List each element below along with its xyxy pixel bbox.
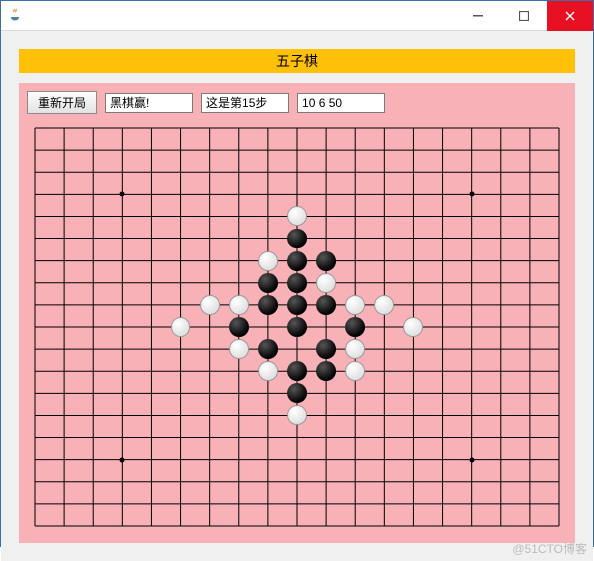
white-stone[interactable] <box>287 206 307 226</box>
black-stone[interactable] <box>287 317 307 337</box>
black-stone[interactable] <box>316 361 336 381</box>
app-window: 五子棋 重新开局 黑棋赢! 这是第15步 10 6 50 @51CTO博客 <box>0 0 594 547</box>
board-panel: 重新开局 黑棋赢! 这是第15步 10 6 50 <box>19 83 575 543</box>
titlebar[interactable] <box>1 1 593 31</box>
title-banner: 五子棋 <box>19 49 575 73</box>
white-stone[interactable] <box>258 361 278 381</box>
white-stone[interactable] <box>345 295 365 315</box>
white-stone[interactable] <box>374 295 394 315</box>
watermark: @51CTO博客 <box>512 540 587 557</box>
black-stone[interactable] <box>316 295 336 315</box>
black-stone[interactable] <box>316 339 336 359</box>
black-stone[interactable] <box>316 251 336 271</box>
star-point <box>469 457 474 462</box>
board-area[interactable] <box>27 120 567 534</box>
client-area: 五子棋 重新开局 黑棋赢! 这是第15步 10 6 50 @51CTO博客 <box>1 31 593 561</box>
white-stone[interactable] <box>287 405 307 425</box>
white-stone[interactable] <box>258 251 278 271</box>
black-stone[interactable] <box>287 361 307 381</box>
star-point <box>120 192 125 197</box>
black-stone[interactable] <box>287 251 307 271</box>
white-stone[interactable] <box>316 273 336 293</box>
white-stone[interactable] <box>345 361 365 381</box>
black-stone[interactable] <box>287 273 307 293</box>
black-stone[interactable] <box>345 317 365 337</box>
controls-row: 重新开局 黑棋赢! 这是第15步 10 6 50 <box>27 91 567 114</box>
star-point <box>469 192 474 197</box>
title-text: 五子棋 <box>276 51 318 71</box>
black-stone[interactable] <box>287 383 307 403</box>
white-stone[interactable] <box>403 317 423 337</box>
star-point <box>120 457 125 462</box>
java-coffee-icon <box>7 8 23 24</box>
white-stone[interactable] <box>229 295 249 315</box>
coords-field: 10 6 50 <box>297 93 385 113</box>
black-stone[interactable] <box>229 317 249 337</box>
black-stone[interactable] <box>287 295 307 315</box>
minimize-button[interactable] <box>455 1 501 31</box>
white-stone[interactable] <box>200 295 220 315</box>
restart-button[interactable]: 重新开局 <box>27 91 97 114</box>
white-stone[interactable] <box>345 339 365 359</box>
move-field: 这是第15步 <box>201 93 289 113</box>
status-field: 黑棋赢! <box>105 93 193 113</box>
black-stone[interactable] <box>258 273 278 293</box>
black-stone[interactable] <box>258 295 278 315</box>
black-stone[interactable] <box>258 339 278 359</box>
white-stone[interactable] <box>229 339 249 359</box>
close-button[interactable] <box>547 1 593 31</box>
maximize-button[interactable] <box>501 1 547 31</box>
black-stone[interactable] <box>287 229 307 249</box>
white-stone[interactable] <box>171 317 191 337</box>
